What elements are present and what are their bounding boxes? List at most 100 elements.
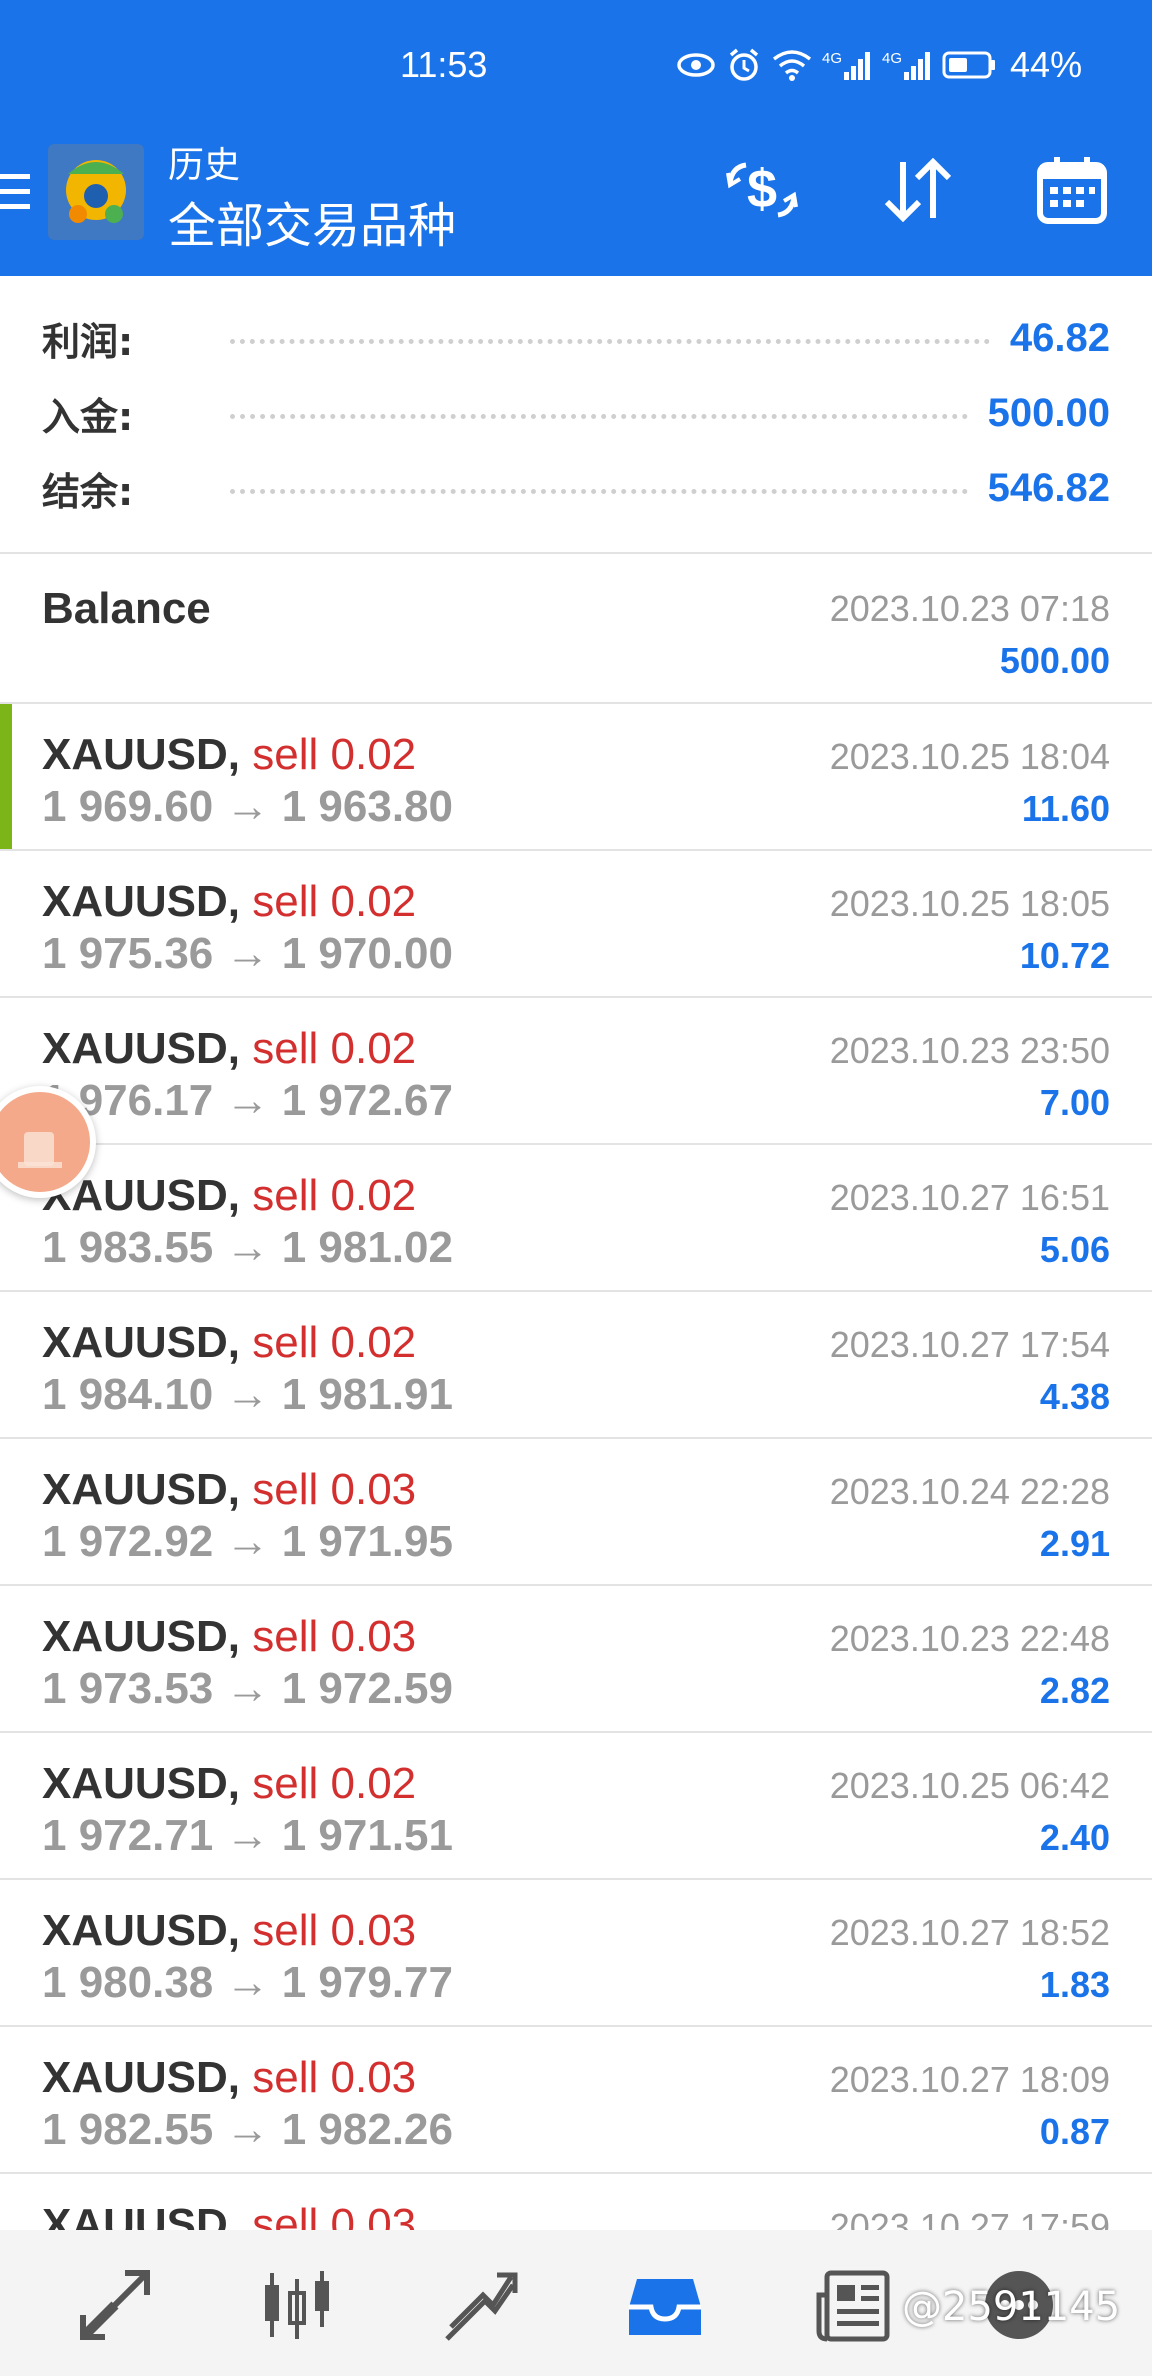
trade-symbol: XAUUSD, [42, 2053, 241, 2102]
trade-symbol: XAUUSD, [42, 1465, 241, 1514]
trade-title: XAUUSD, sell 0.02 [42, 1318, 416, 1368]
deposit-label: 入金: [42, 394, 134, 439]
trade-prices: 1 984.10 → 1 981.91 [42, 1370, 453, 1419]
trade-time: 2023.10.23 23:50 [829, 1030, 1110, 1071]
trade-side: sell 0.03 [252, 2200, 417, 2230]
trade-side: sell 0.02 [252, 1318, 417, 1367]
trade-title: XAUUSD, sell 0.03 [42, 2200, 416, 2230]
trade-time: 2023.10.25 06:42 [829, 1765, 1110, 1806]
summary-panel: 利润: 46.82 入金: 500.00 结余: 546.82 [0, 276, 1152, 554]
balance-time: 2023.10.23 07:18 [829, 588, 1110, 629]
trade-profit: 2.82 [1039, 1670, 1110, 1711]
trade-symbol: XAUUSD, [42, 1906, 241, 1955]
trade-time: 2023.10.25 18:05 [829, 883, 1110, 924]
trade-symbol: XAUUSD, [42, 877, 241, 926]
trade-symbol: XAUUSD, [42, 1318, 241, 1367]
trade-profit: 1.83 [1039, 1964, 1110, 2005]
trade-time: 2023.10.23 22:48 [829, 1618, 1110, 1659]
dotted-leader [230, 338, 990, 344]
trade-prices: 1 982.55 → 1 982.26 [42, 2105, 453, 2154]
history-icon[interactable] [620, 2260, 710, 2350]
balance-value: 546.82 [987, 465, 1110, 510]
header-title[interactable]: 全部交易品种 [168, 186, 456, 256]
trade-row[interactable]: XAUUSD, sell 0.02 1 969.60 → 1 963.80 2023… [0, 704, 1152, 851]
trade-profit: 2.40 [1039, 1817, 1110, 1858]
trade-side: sell 0.03 [252, 1465, 417, 1514]
trade-prices: 1 976.17 → 1 972.67 [42, 1076, 453, 1125]
trade-side: sell 0.02 [252, 730, 417, 779]
trade-symbol: XAUUSD, [42, 1759, 241, 1808]
trade-prices: 1 969.60 → 1 963.80 [42, 782, 453, 831]
status-icons: 4G 4G 44% [676, 44, 1082, 86]
summary-balance-row: 结余: 546.82 [42, 458, 1110, 518]
trade-side: sell 0.02 [252, 1171, 417, 1220]
trade-row[interactable]: XAUUSD, sell 0.02 1 984.10 → 1 981.91 2023… [0, 1292, 1152, 1439]
wifi-icon [772, 50, 812, 81]
trade-profit: 0.87 [1039, 2111, 1110, 2152]
trade-title: XAUUSD, sell 0.02 [42, 1024, 416, 1074]
chart-icon[interactable] [252, 2260, 342, 2350]
trade-title: XAUUSD, sell 0.02 [42, 1759, 416, 1809]
trade-prices: 1 972.71 → 1 971.51 [42, 1811, 453, 1860]
trade-row[interactable]: XAUUSD, sell 0.03 1 973.53 → 1 972.59 2023… [0, 1586, 1152, 1733]
eye-icon [677, 53, 715, 77]
balance-title: Balance [42, 584, 211, 633]
trade-title: XAUUSD, sell 0.03 [42, 2053, 416, 2103]
trade-row[interactable]: XAUUSD, sell 0.03 2023.10.27 17:59 [0, 2174, 1152, 2230]
header-subtitle: 历史 [168, 145, 241, 186]
menu-icon[interactable] [0, 170, 30, 214]
svg-text:$: $ [747, 159, 777, 219]
app-header: 11:53 4G 4G 44% 历史 全部交易品种 $ [0, 0, 1152, 276]
trade-time: 2023.10.25 18:04 [829, 736, 1110, 777]
trade-title: XAUUSD, sell 0.02 [42, 730, 416, 780]
trade-symbol: XAUUSD, [42, 730, 241, 779]
news-icon[interactable] [808, 2260, 898, 2350]
trade-title: XAUUSD, sell 0.03 [42, 1465, 416, 1515]
trade-row[interactable]: XAUUSD, sell 0.03 1 972.92 → 1 971.95 2023… [0, 1439, 1152, 1586]
profit-label: 利润: [42, 319, 134, 364]
trade-row[interactable]: XAUUSD, sell 0.02 1 983.55 → 1 981.02 2023… [0, 1145, 1152, 1292]
trade-prices: 1 973.53 → 1 972.59 [42, 1664, 453, 1713]
balance-label: 结余: [42, 469, 134, 514]
trade-time: 2023.10.27 18:09 [829, 2059, 1110, 2100]
deposit-value: 500.00 [987, 390, 1110, 435]
quotes-icon[interactable] [70, 2260, 160, 2350]
trade-side: sell 0.03 [252, 1906, 417, 1955]
trade-symbol: XAUUSD, [42, 2200, 241, 2230]
trade-icon[interactable] [436, 2260, 526, 2350]
trade-profit: 10.72 [1019, 935, 1110, 976]
trade-row[interactable]: XAUUSD, sell 0.03 1 982.55 → 1 982.26 2023… [0, 2027, 1152, 2174]
trade-profit: 7.00 [1039, 1082, 1110, 1123]
history-list[interactable]: Balance 2023.10.23 07:18 500.00 XAUUSD, … [0, 554, 1152, 2230]
network-type-2: 4G [882, 50, 903, 67]
trade-title: XAUUSD, sell 0.03 [42, 1906, 416, 1956]
network-type-1: 4G [822, 50, 843, 67]
trade-side: sell 0.02 [252, 1024, 417, 1073]
balance-entry[interactable]: Balance 2023.10.23 07:18 500.00 [0, 554, 1152, 704]
app-logo [48, 144, 144, 240]
trade-row[interactable]: XAUUSD, sell 0.02 1 976.17 → 1 972.67 2023… [0, 998, 1152, 1145]
sort-icon[interactable] [878, 150, 958, 230]
trade-time: 2023.10.24 22:28 [829, 1471, 1110, 1512]
signal-2-icon: 4G [882, 50, 932, 80]
trade-side: sell 0.02 [252, 877, 417, 926]
status-time: 11:53 [400, 44, 488, 85]
trade-title: XAUUSD, sell 0.03 [42, 1612, 416, 1662]
dotted-leader [230, 413, 968, 419]
trade-row[interactable]: XAUUSD, sell 0.02 1 972.71 → 1 971.51 2023… [0, 1733, 1152, 1880]
dollar-exchange-icon[interactable]: $ [722, 150, 802, 230]
floating-assistant-bubble[interactable] [0, 1086, 96, 1198]
trade-side: sell 0.03 [252, 2053, 417, 2102]
trade-row[interactable]: XAUUSD, sell 0.02 1 975.36 → 1 970.00 2023… [0, 851, 1152, 998]
trade-time: 2023.10.27 18:52 [829, 1912, 1110, 1953]
balance-amount: 500.00 [999, 640, 1110, 681]
summary-profit-row: 利润: 46.82 [42, 308, 1110, 368]
battery-icon [942, 51, 996, 79]
calendar-icon[interactable] [1032, 150, 1112, 230]
summary-deposit-row: 入金: 500.00 [42, 383, 1110, 443]
trade-row[interactable]: XAUUSD, sell 0.03 1 980.38 → 1 979.77 2023… [0, 1880, 1152, 2027]
trade-profit: 4.38 [1039, 1376, 1110, 1417]
trade-time: 2023.10.27 17:59 [829, 2206, 1110, 2230]
trade-side: sell 0.03 [252, 1612, 417, 1661]
trade-symbol: XAUUSD, [42, 1024, 241, 1073]
